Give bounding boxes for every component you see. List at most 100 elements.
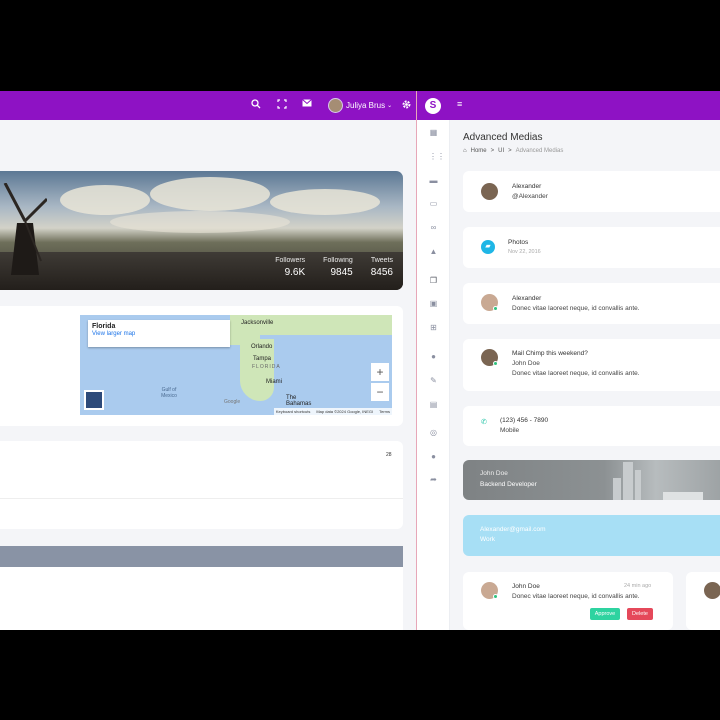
- edit-icon[interactable]: ✎: [429, 377, 438, 385]
- stat-label: Tweets: [370, 257, 393, 264]
- building: [613, 478, 621, 500]
- online-status-dot: [493, 306, 498, 311]
- map-info-box: Florida View larger map: [88, 320, 230, 347]
- map-place-title: Florida: [92, 323, 116, 330]
- stat-value: 9.6K: [284, 267, 306, 278]
- breadcrumb-ui[interactable]: UI: [498, 148, 504, 154]
- cloud: [60, 185, 150, 215]
- media-card-cover: John Doe Backend Developer: [463, 460, 720, 500]
- stat-followers[interactable]: Followers 9.6K: [275, 257, 305, 278]
- search-icon[interactable]: [250, 99, 262, 111]
- top-navbar: Juliya Brus ⌄: [0, 91, 417, 120]
- page-title: Advanced Medias: [463, 132, 543, 143]
- breadcrumb-current: Advanced Medias: [515, 148, 564, 154]
- gear-icon[interactable]: [400, 99, 412, 111]
- map-type-thumbnail[interactable]: [84, 390, 104, 410]
- building: [635, 470, 641, 500]
- phone-number[interactable]: (123) 456 - 7890: [500, 417, 548, 424]
- media-card-photos: ▰ Photos Nov 22, 2016: [463, 227, 720, 268]
- menu-icon[interactable]: ≡: [457, 99, 462, 109]
- chevron-down-icon: ⌄: [387, 103, 393, 109]
- map-label: Orlando: [251, 344, 273, 350]
- target-icon[interactable]: ◎: [429, 429, 438, 437]
- media-role: Backend Developer: [480, 481, 537, 488]
- logo-icon[interactable]: S: [425, 98, 441, 114]
- share-icon[interactable]: ➦: [429, 476, 438, 484]
- content-card: [0, 441, 403, 529]
- map-label: Gulf of Mexico: [161, 387, 177, 399]
- cloud: [110, 211, 290, 233]
- location-icon[interactable]: ●: [429, 453, 438, 461]
- stat-tweets[interactable]: Tweets 8456: [371, 257, 393, 278]
- monitor-icon[interactable]: ▭: [429, 200, 438, 208]
- media-name: John Doe: [512, 360, 540, 367]
- right-sidebar: S S ▦ ⋮⋮ ▬ ▭ ∞ ▲ ❐ ▣ ⊞ ● ✎ ▤ ◎ ● ➦: [417, 91, 450, 630]
- bottom-card: [0, 567, 403, 630]
- media-handle: @Alexander: [512, 193, 548, 200]
- online-status-dot: [493, 361, 498, 366]
- divider: [0, 498, 403, 499]
- map-label: Jacksonville: [241, 320, 274, 326]
- avatar: [328, 98, 343, 113]
- media-name: Alexander: [512, 295, 542, 302]
- media-name: Alexander: [512, 183, 542, 190]
- stat-value: 9845: [330, 267, 353, 278]
- cloud: [270, 189, 380, 215]
- breadcrumb-separator: >: [508, 148, 512, 154]
- user-menu[interactable]: Juliya Brus ⌄: [328, 97, 392, 114]
- table-icon[interactable]: ▤: [429, 401, 438, 409]
- google-map[interactable]: Florida View larger map Jacksonville Orl…: [80, 315, 392, 415]
- media-name: John Doe: [480, 470, 508, 477]
- stat-label: Following: [323, 257, 353, 264]
- media-card-phone: ✆ (123) 456 - 7890 Mobile: [463, 406, 720, 446]
- right-top-navbar: ≡: [417, 91, 720, 120]
- user-name: Juliya Brus: [346, 101, 386, 110]
- home-icon: ⌂: [463, 148, 467, 154]
- avatar: [704, 582, 720, 599]
- palette-icon[interactable]: ●: [429, 353, 438, 361]
- media-text: Donec vitae laoreet neque, id convallis …: [512, 305, 640, 312]
- app-screen: Juliya Brus ⌄ Followers 9.6K Following 9…: [0, 91, 720, 630]
- keyboard-shortcuts-link[interactable]: Keyboard shortcuts: [276, 409, 310, 414]
- media-card-profile: Alexander @Alexander: [463, 171, 720, 212]
- apps-icon[interactable]: ⋮⋮: [429, 153, 445, 161]
- copy-icon[interactable]: ❐: [429, 277, 438, 285]
- zoom-in-button[interactable]: +: [371, 363, 389, 381]
- left-pane: Juliya Brus ⌄ Followers 9.6K Following 9…: [0, 91, 417, 630]
- inbox-icon[interactable]: ▬: [429, 177, 438, 185]
- map-footer: Keyboard shortcuts Map data ©2024 Google…: [273, 408, 392, 415]
- profile-cover: Followers 9.6K Following 9845 Tweets 8456: [0, 171, 403, 290]
- media-text: Donec vitae laoreet neque, id convallis …: [512, 370, 640, 377]
- media-card-comment: Alexander Donec vitae laoreet neque, id …: [463, 283, 720, 324]
- fullscreen-icon[interactable]: [276, 99, 288, 111]
- glasses-icon[interactable]: ∞: [429, 224, 438, 232]
- approve-button[interactable]: Approve: [590, 608, 620, 620]
- media-name: John Doe: [512, 583, 540, 590]
- view-larger-map-link[interactable]: View larger map: [92, 331, 230, 337]
- terms-link[interactable]: Terms: [379, 409, 390, 414]
- layers-icon[interactable]: ▣: [429, 300, 438, 308]
- building: [623, 462, 633, 500]
- stat-label: Followers: [275, 257, 306, 264]
- grid-icon[interactable]: ⊞: [429, 324, 438, 332]
- media-card-partial: [686, 572, 720, 630]
- stat-following[interactable]: Following 9845: [323, 257, 353, 278]
- media-text: Donec vitae laoreet neque, id convallis …: [512, 593, 640, 600]
- mail-icon[interactable]: [301, 99, 313, 111]
- media-card-request: John Doe 24 min ago Donec vitae laoreet …: [463, 572, 673, 630]
- media-card-mail: Mail Chimp this weekend? John Doe Donec …: [463, 339, 720, 391]
- media-card-email: Alexander@gmail.com Work: [463, 515, 720, 556]
- breadcrumb-home[interactable]: Home: [471, 148, 487, 154]
- delete-button[interactable]: Delete: [627, 608, 653, 620]
- map-label: Tampa: [253, 356, 272, 362]
- online-status-dot: [493, 594, 498, 599]
- dashboard-icon[interactable]: ▦: [429, 129, 438, 137]
- breadcrumb-separator: >: [490, 148, 495, 154]
- zoom-out-button[interactable]: −: [371, 383, 389, 401]
- small-count: 28: [386, 452, 392, 458]
- alert-icon[interactable]: ▲: [429, 248, 438, 256]
- email-address[interactable]: Alexander@gmail.com: [480, 526, 546, 533]
- email-type: Work: [480, 536, 496, 543]
- media-title: Mail Chimp this weekend?: [512, 350, 588, 357]
- avatar: [481, 183, 498, 200]
